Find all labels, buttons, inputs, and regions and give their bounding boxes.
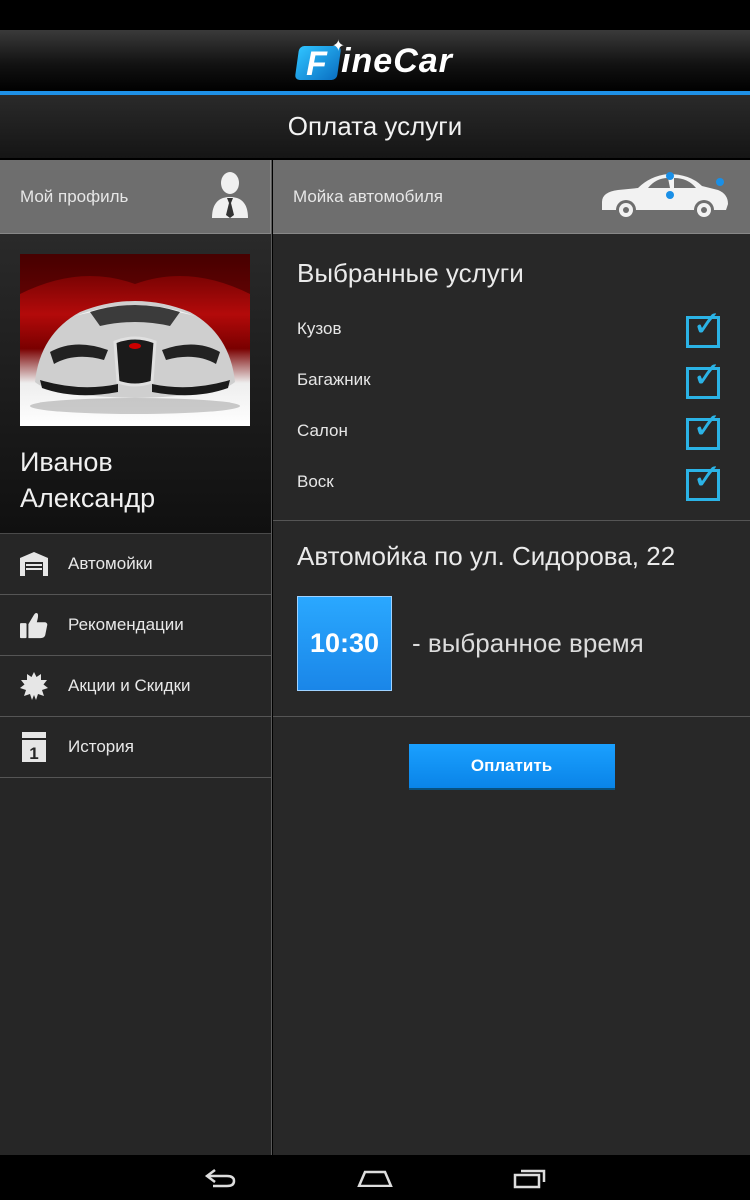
profile-last-name: Иванов	[20, 447, 113, 477]
service-label: Воск	[297, 471, 334, 491]
menu-label: Акции и Скидки	[68, 676, 191, 695]
service-label: Багажник	[297, 369, 371, 389]
home-icon[interactable]	[355, 1163, 395, 1193]
sparkle-icon: ✦	[331, 38, 346, 55]
logo-letter: F	[306, 45, 327, 83]
user-silhouette-icon	[210, 170, 250, 223]
left-panel: Мой профиль Иванов Александр Автомойки Р…	[0, 160, 272, 1155]
recents-icon[interactable]	[510, 1163, 550, 1193]
pay-wrap: Оплатить	[273, 717, 750, 790]
svg-text:1: 1	[29, 744, 38, 762]
car-side-icon	[598, 168, 730, 225]
carwash-tab[interactable]: Мойка автомобиля	[273, 160, 750, 234]
menu-item-recommendations[interactable]: Рекомендации	[0, 595, 271, 656]
starburst-icon	[20, 672, 48, 700]
menu-item-promotions[interactable]: Акции и Скидки	[0, 656, 271, 717]
checkbox-checked-icon[interactable]: ✓	[686, 407, 726, 450]
logo-text: ineCar	[341, 41, 453, 80]
menu-item-history[interactable]: 1 История	[0, 717, 271, 778]
checkbox-checked-icon[interactable]: ✓	[686, 458, 726, 501]
service-row-interior: Салон ✓	[297, 405, 726, 456]
system-nav-bar	[0, 1155, 750, 1200]
app-header: F ✦ ineCar	[0, 30, 750, 92]
service-row-body: Кузов ✓	[297, 303, 726, 354]
sports-car-photo	[20, 254, 250, 426]
service-label: Салон	[297, 420, 348, 440]
menu-label: Рекомендации	[68, 615, 184, 634]
service-label: Кузов	[297, 318, 342, 338]
checkbox-checked-icon[interactable]: ✓	[686, 305, 726, 348]
menu-label: Автомойки	[68, 554, 153, 573]
thumbs-up-icon	[20, 611, 48, 639]
pay-button[interactable]: Оплатить	[408, 744, 615, 790]
profile-block: Иванов Александр	[0, 234, 271, 534]
carwash-tab-label: Мойка автомобиля	[293, 186, 443, 206]
selected-time-tile[interactable]: 10:30	[297, 596, 392, 691]
selected-services-section: Выбранные услуги Кузов ✓ Багажник ✓ Сало…	[273, 234, 750, 521]
status-bar	[0, 0, 750, 30]
my-profile-label: Мой профиль	[20, 186, 129, 206]
carwash-address: Автомойка по ул. Сидорова, 22	[297, 541, 676, 571]
finecar-logo: F ✦ ineCar	[294, 38, 453, 83]
right-panel: Мойка автомобиля Выбранные услуги Кузов …	[273, 160, 750, 1155]
back-icon[interactable]	[200, 1163, 240, 1193]
calendar-icon: 1	[20, 732, 48, 762]
menu-label: История	[68, 737, 134, 756]
service-row-wax: Воск ✓	[297, 456, 726, 507]
services-heading: Выбранные услуги	[297, 258, 524, 288]
my-profile-tab[interactable]: Мой профиль	[0, 160, 271, 234]
menu-item-carwashes[interactable]: Автомойки	[0, 534, 271, 595]
title-bar: Оплата услуги	[0, 95, 750, 159]
profile-name: Иванов Александр	[20, 444, 251, 516]
time-row: 10:30 - выбранное время	[297, 596, 726, 691]
profile-first-name: Александр	[20, 483, 156, 513]
selected-time-note: - выбранное время	[412, 628, 644, 658]
logo-mark: F ✦	[294, 38, 345, 83]
page-title: Оплата услуги	[287, 111, 463, 141]
checkbox-checked-icon[interactable]: ✓	[686, 356, 726, 399]
carwash-section: Автомойка по ул. Сидорова, 22 10:30 - вы…	[273, 521, 750, 717]
garage-icon	[20, 550, 48, 578]
service-row-trunk: Багажник ✓	[297, 354, 726, 405]
